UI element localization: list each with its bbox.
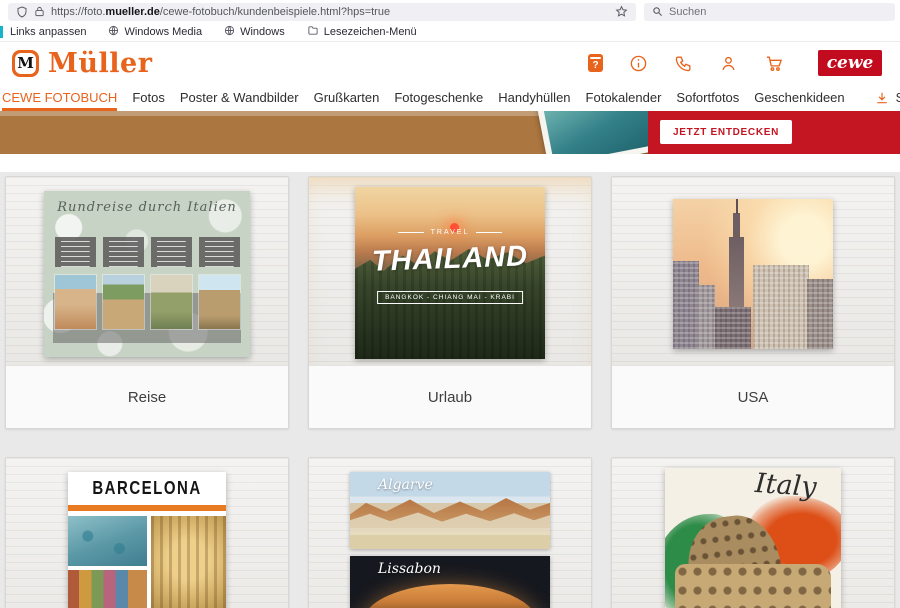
bookmark-links-anpassen[interactable]: Links anpassen bbox=[10, 26, 86, 38]
bookmark-star-icon[interactable] bbox=[615, 5, 628, 18]
card-label: Urlaub bbox=[309, 365, 591, 428]
cover-title-lissabon: Lissabon bbox=[378, 561, 441, 577]
card-image-area: Italy bbox=[612, 458, 894, 608]
cover-title: THAILAND bbox=[371, 240, 529, 278]
arena-graphic bbox=[362, 584, 538, 608]
nav-handyhuellen[interactable]: Handyhüllen bbox=[498, 84, 570, 111]
search-icon bbox=[652, 6, 663, 17]
gallery-card-reise[interactable]: Rundreise durch Italien Reise bbox=[5, 176, 289, 429]
info-icon[interactable] bbox=[629, 54, 648, 73]
gallery-grid: Rundreise durch Italien Reise TRAVEL THA… bbox=[5, 176, 895, 608]
nav-poster-wandbilder[interactable]: Poster & Wandbilder bbox=[180, 84, 299, 111]
mueller-logo-icon: M bbox=[12, 49, 39, 77]
mueller-logo[interactable]: M Müller bbox=[12, 48, 152, 79]
gallery-section: Rundreise durch Italien Reise TRAVEL THA… bbox=[0, 172, 900, 608]
nav-grusskarten[interactable]: Grußkarten bbox=[314, 84, 380, 111]
photobook-cover-reise: Rundreise durch Italien bbox=[44, 191, 250, 357]
nav-cewe-fotobuch[interactable]: CEWE FOTOBUCH bbox=[2, 84, 118, 111]
card-label: USA bbox=[612, 365, 894, 428]
bookmark-windows[interactable]: Windows bbox=[224, 25, 285, 39]
gallery-card-usa[interactable]: USA bbox=[611, 176, 895, 429]
bookmarks-bar: Links anpassen Windows Media Windows Les… bbox=[0, 22, 900, 42]
nav-sofortfotos[interactable]: Sofortfotos bbox=[676, 84, 739, 111]
url-bar[interactable]: https://foto.mueller.de/cewe-fotobuch/ku… bbox=[8, 2, 636, 21]
cart-icon[interactable] bbox=[764, 54, 784, 73]
hero-polaroid-photo bbox=[534, 111, 666, 154]
main-nav: CEWE FOTOBUCH Fotos Poster & Wandbilder … bbox=[0, 84, 900, 111]
card-image-area bbox=[612, 177, 894, 365]
service-help-icon[interactable]: ? bbox=[588, 54, 603, 72]
gallery-card-urlaub[interactable]: TRAVEL THAILAND BANGKOK - CHIANG MAI - K… bbox=[308, 176, 592, 429]
empire-state-building-graphic bbox=[729, 199, 744, 307]
header-actions: ? cewe bbox=[588, 50, 882, 76]
globe-icon bbox=[108, 25, 119, 39]
nav-fotokalender[interactable]: Fotokalender bbox=[586, 84, 662, 111]
lock-icon[interactable] bbox=[34, 6, 45, 17]
gallery-card-barcelona[interactable]: BARCELONA bbox=[5, 457, 289, 608]
globe-icon bbox=[224, 25, 235, 39]
cover-title: BARCELONA bbox=[92, 477, 202, 500]
user-icon[interactable] bbox=[719, 54, 738, 73]
photobook-cover-portugal: Algarve Lissabon bbox=[350, 472, 550, 608]
brand-name: Müller bbox=[48, 47, 153, 79]
phone-icon[interactable] bbox=[674, 54, 693, 73]
search-input[interactable]: Suchen bbox=[644, 2, 895, 21]
photobook-cover-thailand: TRAVEL THAILAND BANGKOK - CHIANG MAI - K… bbox=[355, 187, 545, 359]
card-image-area: TRAVEL THAILAND BANGKOK - CHIANG MAI - K… bbox=[309, 177, 591, 365]
nav-software-app[interactable]: Software & App bbox=[875, 91, 900, 105]
bookmark-windows-media[interactable]: Windows Media bbox=[108, 25, 202, 39]
photobook-cover-usa bbox=[673, 199, 833, 349]
bookmark-lesezeichen-menu[interactable]: Lesezeichen-Menü bbox=[307, 25, 417, 39]
card-label: Reise bbox=[6, 365, 288, 428]
cover-title: Rundreise durch Italien bbox=[57, 200, 237, 215]
card-image-area: Algarve Lissabon bbox=[309, 458, 591, 608]
photobook-cover-italy: Italy bbox=[665, 468, 841, 608]
cover-title: Italy bbox=[754, 468, 819, 504]
card-image-area: BARCELONA bbox=[6, 458, 288, 608]
hero-bottom-strip bbox=[0, 154, 900, 172]
download-icon bbox=[876, 92, 887, 103]
folder-icon bbox=[307, 25, 319, 39]
nav-geschenkideen[interactable]: Geschenkideen bbox=[754, 84, 844, 111]
site-header: M Müller ? cewe bbox=[0, 42, 900, 84]
gallery-card-portugal[interactable]: Algarve Lissabon bbox=[308, 457, 592, 608]
cover-title-algarve: Algarve bbox=[378, 477, 433, 493]
hero-red-panel: JETZT ENTDECKEN bbox=[648, 111, 900, 154]
jetzt-entdecken-button[interactable]: JETZT ENTDECKEN bbox=[660, 120, 793, 144]
card-image-area: Rundreise durch Italien bbox=[6, 177, 288, 365]
cover-subtitle: BANGKOK - CHIANG MAI - KRABI bbox=[377, 291, 523, 304]
favicon-sliver bbox=[0, 26, 3, 38]
search-placeholder: Suchen bbox=[669, 5, 707, 18]
photobook-cover-barcelona: BARCELONA bbox=[68, 472, 226, 608]
url-text[interactable]: https://foto.mueller.de/cewe-fotobuch/ku… bbox=[51, 6, 609, 18]
cewe-logo[interactable]: cewe bbox=[818, 50, 882, 76]
browser-toolbar: https://foto.mueller.de/cewe-fotobuch/ku… bbox=[0, 0, 900, 22]
shield-icon[interactable] bbox=[16, 5, 28, 18]
cover-kicker: TRAVEL bbox=[430, 229, 470, 236]
hero-banner[interactable]: JETZT ENTDECKEN bbox=[0, 111, 900, 154]
nav-fotos[interactable]: Fotos bbox=[132, 84, 165, 111]
nav-fotogeschenke[interactable]: Fotogeschenke bbox=[394, 84, 483, 111]
gallery-card-italy[interactable]: Italy bbox=[611, 457, 895, 608]
